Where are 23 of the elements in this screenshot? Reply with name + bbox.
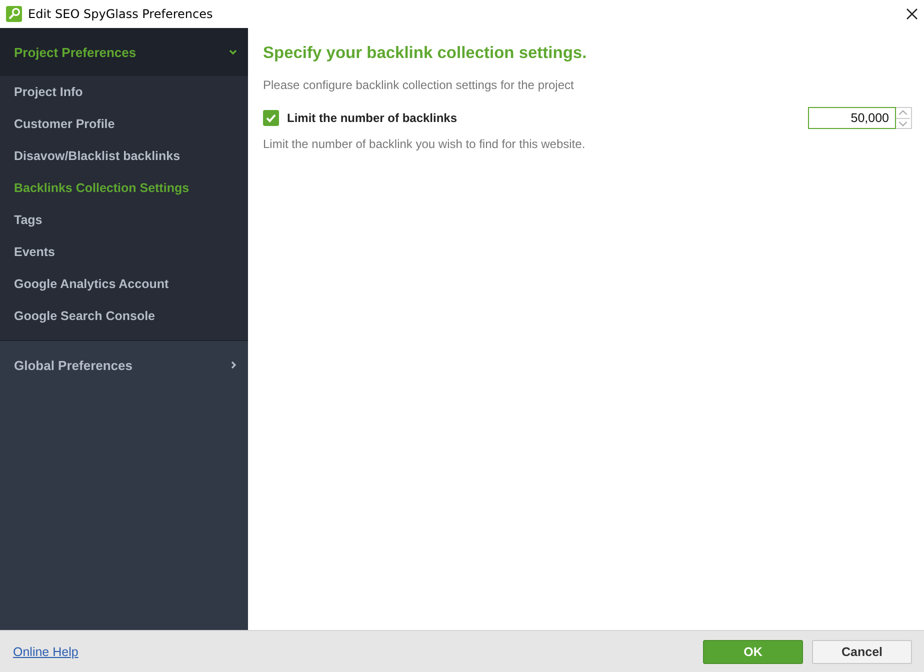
hint-text: Limit the number of backlink you wish to find for this website.: [263, 137, 586, 151]
close-icon[interactable]: [906, 8, 918, 20]
cancel-button[interactable]: Cancel: [812, 640, 912, 664]
spin-up-icon[interactable]: [896, 108, 910, 118]
sidebar-item[interactable]: Project Info: [0, 76, 248, 108]
description: Please configure backlink collection settings for the project: [263, 78, 575, 92]
checkmark-icon: [265, 112, 277, 124]
chevron-down-icon: [228, 47, 238, 57]
sidebar-item[interactable]: Customer Profile: [0, 108, 248, 140]
sidebar-item[interactable]: Tags: [0, 204, 248, 236]
checkbox[interactable]: [263, 110, 279, 126]
sidebar-item[interactable]: Disavow/Blacklist backlinks: [0, 140, 248, 172]
sidebar-item[interactable]: Google Analytics Account: [0, 268, 248, 300]
section-header[interactable]: Project Preferences: [0, 28, 248, 76]
spin-down-icon[interactable]: [896, 118, 910, 128]
app-logo-icon: [6, 6, 22, 22]
page-heading: Specify your backlink collection settings.: [263, 44, 588, 64]
sidebar-item[interactable]: Backlinks Collection Settings: [0, 172, 248, 204]
window-title: Edit SEO SpyGlass Preferences: [28, 7, 214, 21]
help-link[interactable]: Online Help: [13, 644, 694, 658]
checkbox-label: Limit the number of backlinks: [287, 111, 458, 125]
sidebar-item[interactable]: Events: [0, 236, 248, 268]
sidebar-item[interactable]: Google Search Console: [0, 300, 248, 332]
